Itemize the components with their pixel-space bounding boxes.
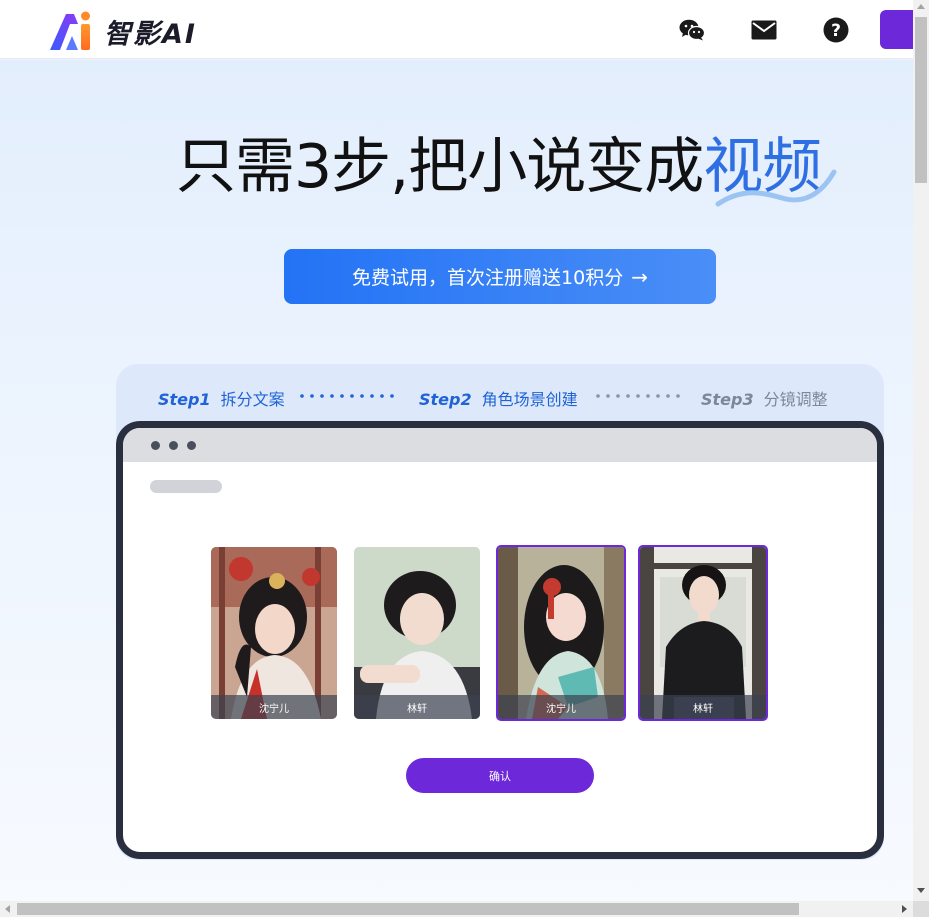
window-titlebar (123, 428, 877, 462)
svg-text:?: ? (831, 21, 841, 41)
step-label: 分镜调整 (763, 390, 828, 409)
character-card[interactable]: 林轩 (354, 547, 480, 719)
highlight-swoosh-icon (715, 169, 837, 207)
step-number: Step3 (701, 390, 754, 409)
step-2[interactable]: Step2 角色场景创建 (419, 386, 578, 410)
window-dot-icon (187, 441, 196, 450)
free-trial-button[interactable]: 免费试用，首次注册赠送10积分 → (284, 249, 716, 304)
browser-mockup: 沈宁儿 林轩 沈宁儿 林轩 确认 (116, 421, 884, 859)
character-card-selected[interactable]: 林轩 (638, 545, 768, 721)
vertical-scrollbar[interactable] (913, 0, 929, 901)
scroll-left-icon[interactable] (5, 905, 10, 913)
free-trial-label: 免费试用，首次注册赠送10积分 (352, 267, 624, 289)
step-1[interactable]: Step1 拆分文案 (158, 386, 285, 410)
logo-mark-icon (48, 10, 94, 52)
character-card-selected[interactable]: 沈宁儿 (496, 545, 626, 721)
step-number: Step1 (158, 390, 211, 409)
headline-main: 只需3步,把小说变成 (176, 132, 704, 202)
scroll-right-icon[interactable] (902, 905, 907, 913)
horizontal-scrollbar[interactable] (0, 901, 913, 917)
logo[interactable]: 智影AI (48, 10, 197, 52)
step-connector-dots (300, 394, 394, 398)
character-name: 沈宁儿 (498, 695, 624, 719)
character-card[interactable]: 沈宁儿 (211, 547, 337, 719)
character-portrait-image (498, 547, 624, 719)
brand-name: 智影AI (104, 18, 197, 50)
window-dot-icon (151, 441, 160, 450)
window-dot-icon (169, 441, 178, 450)
character-name: 林轩 (640, 695, 766, 719)
mail-icon[interactable] (751, 17, 777, 43)
top-header: 智影AI ? (0, 0, 920, 59)
step-label: 角色场景创建 (481, 390, 578, 409)
character-portrait-image (640, 547, 766, 719)
scroll-up-icon[interactable] (917, 4, 925, 9)
title-placeholder (150, 480, 222, 493)
vertical-scroll-thumb[interactable] (915, 17, 927, 183)
step-number: Step2 (419, 390, 472, 409)
arrow-right-icon: → (631, 264, 648, 289)
horizontal-scroll-thumb[interactable] (17, 903, 799, 915)
character-portrait-image (354, 547, 480, 719)
character-portrait-image (211, 547, 337, 719)
scrollbar-corner (913, 901, 929, 917)
character-name: 沈宁儿 (211, 695, 337, 719)
character-name: 林轩 (354, 695, 480, 719)
help-icon[interactable]: ? (823, 17, 849, 43)
step-connector-dots (596, 394, 680, 398)
wechat-icon[interactable] (679, 17, 705, 43)
scroll-down-icon[interactable] (917, 888, 925, 893)
step-label: 拆分文案 (220, 390, 285, 409)
confirm-button[interactable]: 确认 (406, 758, 594, 793)
step-3[interactable]: Step3 分镜调整 (701, 386, 828, 410)
